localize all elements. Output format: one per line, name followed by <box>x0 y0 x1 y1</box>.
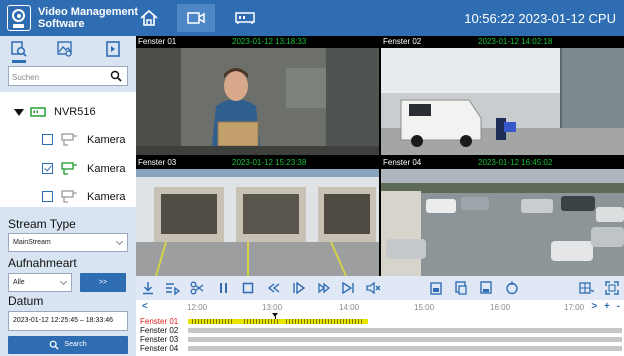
timeline-tick: 17:00 <box>564 303 585 312</box>
nvr-label: NVR516 <box>54 106 96 118</box>
video-window-1[interactable]: Fenster 01 2023-01-12 13:18:33 <box>136 36 379 155</box>
image-search-icon[interactable] <box>56 40 74 58</box>
record-type-select[interactable]: Alle <box>8 273 72 292</box>
camera-icon <box>61 190 77 203</box>
playback-toolbar <box>136 276 624 300</box>
track-4[interactable] <box>188 346 622 351</box>
track-label-1[interactable]: Fenster 01 <box>140 317 178 326</box>
camera-icon <box>61 162 77 175</box>
timeline-tick: 15:00 <box>414 303 435 312</box>
camera-feed-image <box>136 169 379 276</box>
record-type-label: Aufnahmeart <box>8 256 77 270</box>
active-tab-indicator <box>12 60 26 63</box>
clock-cpu-readout: 10:56:22 2023-01-12 CPU <box>464 11 616 26</box>
frame-step-icon[interactable] <box>291 280 307 296</box>
track-label-4[interactable]: Fenster 04 <box>140 344 178 353</box>
pause-icon[interactable] <box>216 280 232 296</box>
video-window-4[interactable]: Fenster 04 2023-01-12 16:45:02 <box>381 157 624 276</box>
track-3[interactable] <box>188 337 622 342</box>
top-bar: Video Management Software 10:56:22 2023-… <box>0 0 624 36</box>
window-timestamp: 2023-01-12 14:02:18 <box>478 37 553 46</box>
tree-item-camera-3[interactable]: Kamera <box>42 190 126 203</box>
export-icon[interactable] <box>104 40 122 58</box>
camera-checkbox-1[interactable] <box>42 134 53 145</box>
video-grid: Fenster 01 2023-01-12 13:18:33 Fenster 0… <box>136 36 624 276</box>
camera-icon <box>187 12 205 24</box>
list-play-icon[interactable] <box>164 280 180 296</box>
refresh-icon[interactable] <box>504 280 520 296</box>
timeline-zoom-controls[interactable]: > + - <box>591 301 622 312</box>
window-timestamp: 2023-01-12 16:45:02 <box>478 158 553 167</box>
camera-feed-image <box>381 48 624 155</box>
device-tree: NVR516 Kamera Kamera Kamera <box>0 92 136 207</box>
home-icon <box>140 9 158 26</box>
app-logo-icon <box>7 5 31 31</box>
chevron-down-icon <box>115 237 124 246</box>
clip-icon[interactable] <box>478 280 494 296</box>
tree-item-camera-1[interactable]: Kamera <box>42 133 126 146</box>
search-box <box>8 66 128 87</box>
device-search-icon[interactable] <box>10 40 28 58</box>
date-range-field[interactable]: 2023-01-12 12:25:45 – 18:33:46 <box>8 311 128 331</box>
search-button[interactable]: Search <box>8 336 128 354</box>
timeline-tick: 14:00 <box>339 303 360 312</box>
search-icon[interactable] <box>110 70 122 82</box>
layout-grid-icon[interactable] <box>578 280 594 296</box>
nvr-icon <box>30 107 46 117</box>
camera-feed-image <box>136 48 379 155</box>
chevron-down-icon <box>59 277 68 286</box>
window-timestamp: 2023-01-12 13:18:33 <box>232 37 307 46</box>
timeline-tick: 13:00 <box>262 303 283 312</box>
video-window-2[interactable]: Fenster 02 2023-01-12 14:02:18 <box>381 36 624 155</box>
track-label-3[interactable]: Fenster 03 <box>140 335 178 344</box>
video-window-3[interactable]: Fenster 03 2023-01-12 15:23:38 <box>136 157 379 276</box>
camera-label: Kamera <box>87 133 126 146</box>
fast-forward-icon[interactable] <box>316 280 332 296</box>
timeline-prev-button[interactable]: < <box>142 301 148 312</box>
app-title: Video Management Software <box>38 6 139 30</box>
recording-ticks <box>242 319 278 324</box>
sidebar: NVR516 Kamera Kamera Kamera <box>0 36 136 356</box>
rewind-icon[interactable] <box>266 280 282 296</box>
copy-icon[interactable] <box>453 280 469 296</box>
search-input[interactable] <box>9 68 105 87</box>
cut-icon[interactable] <box>189 280 205 296</box>
record-type-next-button[interactable]: >> <box>80 273 126 292</box>
search-icon <box>50 340 60 350</box>
nav-home-button[interactable] <box>126 4 172 32</box>
tree-item-camera-2[interactable]: Kamera <box>42 162 126 175</box>
camera-checkbox-2[interactable] <box>42 163 53 174</box>
download-icon[interactable] <box>140 280 156 296</box>
stop-icon[interactable] <box>240 280 256 296</box>
camera-label: Kamera <box>87 162 126 175</box>
fullscreen-icon[interactable] <box>604 280 620 296</box>
window-timestamp: 2023-01-12 15:23:38 <box>232 158 307 167</box>
date-label: Datum <box>8 294 44 308</box>
timeline: < 12:00 13:00 14:00 15:00 16:00 17:00 > … <box>136 300 624 356</box>
timeline-tick: 12:00 <box>187 303 208 312</box>
expand-caret-icon[interactable] <box>14 108 24 116</box>
sidebar-tabs <box>0 36 136 63</box>
recording-ticks <box>284 319 364 324</box>
device-icon <box>235 12 255 24</box>
track-1[interactable] <box>188 319 622 324</box>
next-icon[interactable] <box>340 280 356 296</box>
timeline-tick: 16:00 <box>490 303 511 312</box>
camera-icon <box>61 133 77 146</box>
tree-item-nvr[interactable]: NVR516 <box>14 106 96 118</box>
track-2[interactable] <box>188 328 622 333</box>
camera-feed-image <box>381 169 624 276</box>
recording-ticks <box>190 319 234 324</box>
camera-label: Kamera <box>87 190 126 203</box>
nav-device-button[interactable] <box>222 4 268 32</box>
snapshot-icon[interactable] <box>428 280 444 296</box>
stream-type-label: Stream Type <box>8 217 76 231</box>
mute-icon[interactable] <box>365 280 381 296</box>
camera-checkbox-3[interactable] <box>42 191 53 202</box>
stream-type-select[interactable]: MainStream <box>8 233 128 252</box>
nav-video-button[interactable] <box>177 4 215 32</box>
track-label-2[interactable]: Fenster 02 <box>140 326 178 335</box>
